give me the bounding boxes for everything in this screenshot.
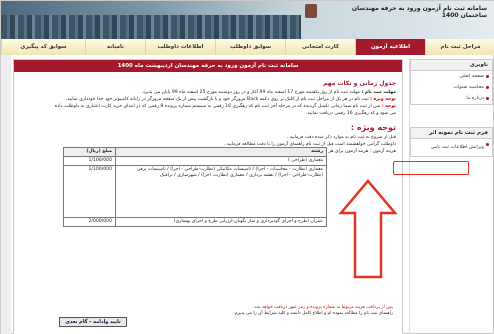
up-arrow-annotation-icon <box>338 179 398 279</box>
special-note-paragraph: توجه ویژه : ثبت نام در هر یک از مراحل ثب… <box>20 96 396 103</box>
tab-exam-notice[interactable]: اطلاعیه آزمون <box>355 39 425 55</box>
panel-title-bar: سامانه ثبت نام آزمون ورود به حرفه مهندسا… <box>14 60 402 72</box>
tab-exam-card[interactable]: کارت امتحانی <box>285 39 355 55</box>
right-sidebar: ناوبری صفحه اصلی محاسبه صنوات درباره ما … <box>409 59 493 334</box>
city-skyline-image <box>1 15 301 39</box>
section-heading-attention: توجه ویژه : <box>350 123 396 132</box>
tab-candidate-info[interactable]: اطلاعات داوطلب <box>145 39 215 55</box>
deadline-label: مهلت ثبت نام : <box>361 90 396 95</box>
navigation-box-title: ناوبری <box>411 60 492 71</box>
tab-tracking-records[interactable]: سوابق کد پیگیری <box>1 39 85 55</box>
table-cell-fee: 1/100/000 <box>63 165 116 218</box>
tracking-code-text: می شود و کد رهگیری 16 رقمی دریافت نمایید… <box>305 111 396 116</box>
table-cell-field: عمران (طرح و اجرای گودبرداری و ساز نگهبا… <box>115 217 327 227</box>
table-cell-field: معماری (نظارت - محاسبات - اجرا) / تاسیسا… <box>115 165 327 218</box>
main-nav: مراحل ثبت نام اطلاعیه آزمون کارت امتحانی… <box>1 39 494 55</box>
site-header: سامانه ثبت نام آزمون ورود به حرفه مهندسا… <box>1 1 494 39</box>
footer-note-2: راهنمای ثبت نام را مطالعه نموده ام و اطل… <box>233 311 393 316</box>
instruction-1: قبل از شروع به ثبت نام به موارد ذکر شده … <box>286 135 396 140</box>
table-header-row: رشته مبلغ (ریال) <box>63 147 327 157</box>
registration-form-box-title: فرم ثبت نام نمونه اثر <box>411 128 492 139</box>
tab-candidate-records[interactable]: سوابق داوطلب <box>215 39 285 55</box>
sidebar-item-about[interactable]: درباره ما <box>411 93 492 104</box>
column-header-fee: مبلغ (ریال) <box>63 147 116 157</box>
page: سامانه ثبت نام آزمون ورود به حرفه مهندسا… <box>0 0 494 334</box>
next-step-button[interactable]: تایید وادامه - گام بعدی <box>59 317 127 327</box>
table-row: عمران (طرح و اجرای گودبرداری و ساز نگهبا… <box>63 217 327 227</box>
highlight-box <box>393 161 469 175</box>
table-cell-fee: 1/100/000 <box>63 156 116 166</box>
sidebar-item-calculation[interactable]: محاسبه صنوات <box>411 82 492 93</box>
table-cell-field: معماری (طراحی ) <box>115 156 327 166</box>
column-header-field: رشته <box>115 147 327 157</box>
tab-registration-steps[interactable]: مراحل ثبت نام <box>425 39 494 55</box>
site-title: سامانه ثبت نام آزمون ورود به حرفه مهندسا… <box>351 5 487 19</box>
note-text: پس از ثبت نام شما زمانی تکمیل گردیده که … <box>54 104 381 109</box>
deadline-paragraph: مهلت ثبت نام : مهلت ثبت نام از روز یکشنب… <box>20 89 396 96</box>
section-heading-schedule: جدول زمانی و نکات مهم <box>323 80 396 87</box>
special-note-label: توجه ویژه : <box>370 97 396 102</box>
fee-table: رشته مبلغ (ریال) معماری (طراحی ) 1/100/0… <box>63 147 327 227</box>
footer-notes: پس از پرداخت هزینه مربوط به شماره پرونده… <box>141 305 393 317</box>
special-note-text: ثبت نام در هر یک از مراحل ثبت نام از کلی… <box>65 97 369 102</box>
emblem-icon <box>305 4 317 18</box>
note-label: توجه : <box>381 104 396 109</box>
table-row: معماری (نظارت - محاسبات - اجرا) / تاسیسا… <box>63 165 327 218</box>
note-paragraph: توجه : پس از ثبت نام شما زمانی تکمیل گرد… <box>20 103 396 110</box>
registration-form-box: فرم ثبت نام نمونه اثر ویرایش اطلاعات ثبت… <box>410 127 493 157</box>
tab-letter[interactable]: نامبانه <box>85 39 145 55</box>
deadline-text: مهلت ثبت نام از روز یکشنبه مورخ 17 اسفند… <box>141 90 360 95</box>
navigation-box: ناوبری صفحه اصلی محاسبه صنوات درباره ما <box>410 59 493 105</box>
table-cell-fee: 2/000/000 <box>63 217 116 227</box>
table-row: معماری (طراحی ) 1/100/000 <box>63 156 327 166</box>
sidebar-item-edit-registration[interactable]: ویرایش اطلاعات ثبت نامی <box>411 139 492 156</box>
left-gutter <box>1 55 11 334</box>
sidebar-item-home[interactable]: صفحه اصلی <box>411 71 492 82</box>
